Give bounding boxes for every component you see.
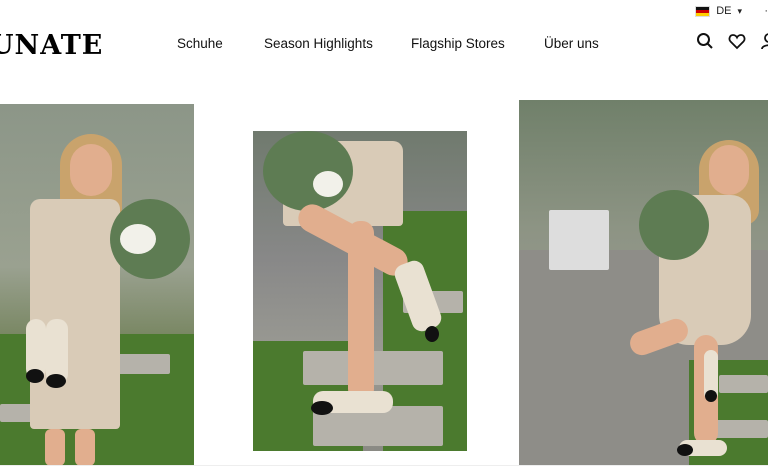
product-photo-legs-on-stepping-stones[interactable] bbox=[253, 131, 467, 451]
product-photo-woman-holding-shoes[interactable] bbox=[0, 104, 194, 466]
product-photo-woman-posing-garden[interactable] bbox=[519, 100, 768, 466]
product-gallery bbox=[0, 0, 768, 466]
